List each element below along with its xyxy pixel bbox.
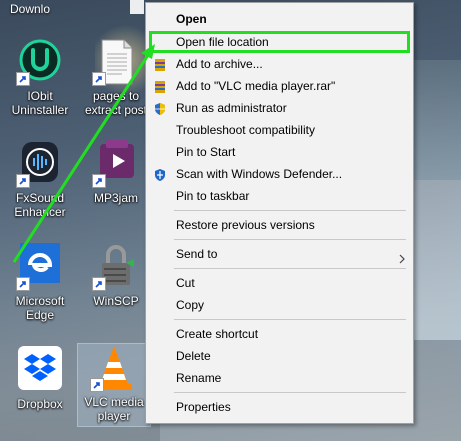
menu-item-label: Add to "VLC media player.rar"	[176, 79, 336, 93]
shortcut-arrow-icon	[92, 72, 106, 86]
uac-shield-icon	[153, 101, 167, 115]
shortcut-arrow-icon	[16, 174, 30, 188]
shortcut-arrow-icon	[16, 72, 30, 86]
desktop-icon-label: VLC media player	[84, 395, 144, 423]
menu-item-create-shortcut[interactable]: Create shortcut	[146, 323, 413, 345]
menu-item-label: Open file location	[176, 35, 269, 49]
menu-item-label: Properties	[176, 400, 231, 414]
desktop-icon-fxsound[interactable]: FxSound Enhancer	[4, 140, 76, 219]
menu-item-label: Cut	[176, 276, 195, 290]
menu-item-label: Send to	[176, 247, 218, 261]
shortcut-arrow-icon	[16, 277, 30, 291]
menu-item-properties[interactable]: Properties	[146, 396, 413, 418]
menu-item-pin-to-taskbar[interactable]: Pin to taskbar	[146, 185, 413, 207]
menu-separator	[174, 239, 406, 240]
menu-separator	[174, 268, 406, 269]
menu-item-label: Pin to Start	[176, 145, 236, 159]
iobit-uninstaller-icon	[16, 38, 64, 86]
shortcut-arrow-icon	[92, 174, 106, 188]
edge-icon	[16, 243, 64, 291]
chevron-right-icon	[399, 249, 405, 264]
menu-item-label: Create shortcut	[176, 327, 259, 341]
menu-item-add-to-archive[interactable]: Add to archive...	[146, 53, 413, 75]
menu-item-add-to-rar[interactable]: Add to "VLC media player.rar"	[146, 75, 413, 97]
desktop-icon-mp3jam[interactable]: MP3jam	[80, 140, 152, 205]
defender-icon	[153, 167, 167, 181]
menu-item-label: Copy	[176, 298, 205, 312]
menu-item-run-as-admin[interactable]: Run as administrator	[146, 97, 413, 119]
menu-item-troubleshoot[interactable]: Troubleshoot compatibility	[146, 119, 413, 141]
desktop-icon-label: MP3jam	[93, 191, 138, 205]
menu-item-rename[interactable]: Rename	[146, 367, 413, 389]
winrar-icon	[153, 57, 167, 71]
desktop-icon-partial-label[interactable]: Downlo	[10, 2, 50, 16]
desktop-icon-label: Dropbox	[17, 397, 63, 411]
menu-item-open-file-location[interactable]: Open file location	[149, 31, 410, 53]
menu-item-delete[interactable]: Delete	[146, 345, 413, 367]
desktop-icon-microsoft-edge[interactable]: Microsoft Edge	[4, 243, 76, 322]
menu-item-label: Rename	[176, 371, 222, 385]
menu-item-cut[interactable]: Cut	[146, 272, 413, 294]
menu-item-label: Add to archive...	[176, 57, 263, 71]
partial-shortcut-icon	[130, 0, 144, 14]
menu-separator	[174, 210, 406, 211]
winrar-icon	[153, 79, 167, 93]
shortcut-arrow-icon	[92, 277, 106, 291]
menu-item-label: Scan with Windows Defender...	[176, 167, 343, 181]
menu-item-copy[interactable]: Copy	[146, 294, 413, 316]
desktop-icon-label: Microsoft Edge	[15, 294, 65, 322]
menu-item-send-to[interactable]: Send to	[146, 243, 413, 265]
desktop-icon-pages-to-extract[interactable]: pages to extract post	[80, 38, 152, 117]
desktop-icon-vlc[interactable]: VLC media player	[77, 343, 151, 427]
desktop-icon-label: IObit Uninstaller	[11, 89, 69, 117]
context-menu: Open Open file location Add to archive..…	[145, 2, 414, 424]
menu-item-label: Run as administrator	[176, 101, 287, 115]
menu-item-label: Pin to taskbar	[176, 189, 250, 203]
winscp-icon	[92, 243, 140, 291]
menu-item-label: Open	[176, 12, 207, 26]
desktop-icon-label: WinSCP	[93, 294, 139, 308]
document-icon	[92, 38, 140, 86]
menu-item-restore-previous[interactable]: Restore previous versions	[146, 214, 413, 236]
desktop-icon-winscp[interactable]: WinSCP	[80, 243, 152, 308]
wallpaper-waterfall	[410, 180, 461, 340]
menu-item-scan-defender[interactable]: Scan with Windows Defender...	[146, 163, 413, 185]
wallpaper-rock	[410, 60, 461, 180]
menu-item-label: Delete	[176, 349, 211, 363]
menu-separator	[174, 319, 406, 320]
desktop-icon-iobit-uninstaller[interactable]: IObit Uninstaller	[4, 38, 76, 117]
menu-separator	[174, 392, 406, 393]
menu-item-open[interactable]: Open	[146, 8, 413, 30]
menu-item-label: Troubleshoot compatibility	[176, 123, 315, 137]
shortcut-arrow-icon	[90, 378, 104, 392]
desktop-icon-label: FxSound Enhancer	[14, 191, 66, 219]
menu-item-pin-to-start[interactable]: Pin to Start	[146, 141, 413, 163]
desktop-icon-dropbox[interactable]: Dropbox	[4, 346, 76, 411]
desktop-icon-label: pages to extract post	[84, 89, 148, 117]
mp3jam-icon	[92, 140, 140, 188]
vlc-icon	[90, 344, 138, 392]
fxsound-icon	[16, 140, 64, 188]
menu-item-label: Restore previous versions	[176, 218, 315, 232]
dropbox-icon	[16, 346, 64, 394]
